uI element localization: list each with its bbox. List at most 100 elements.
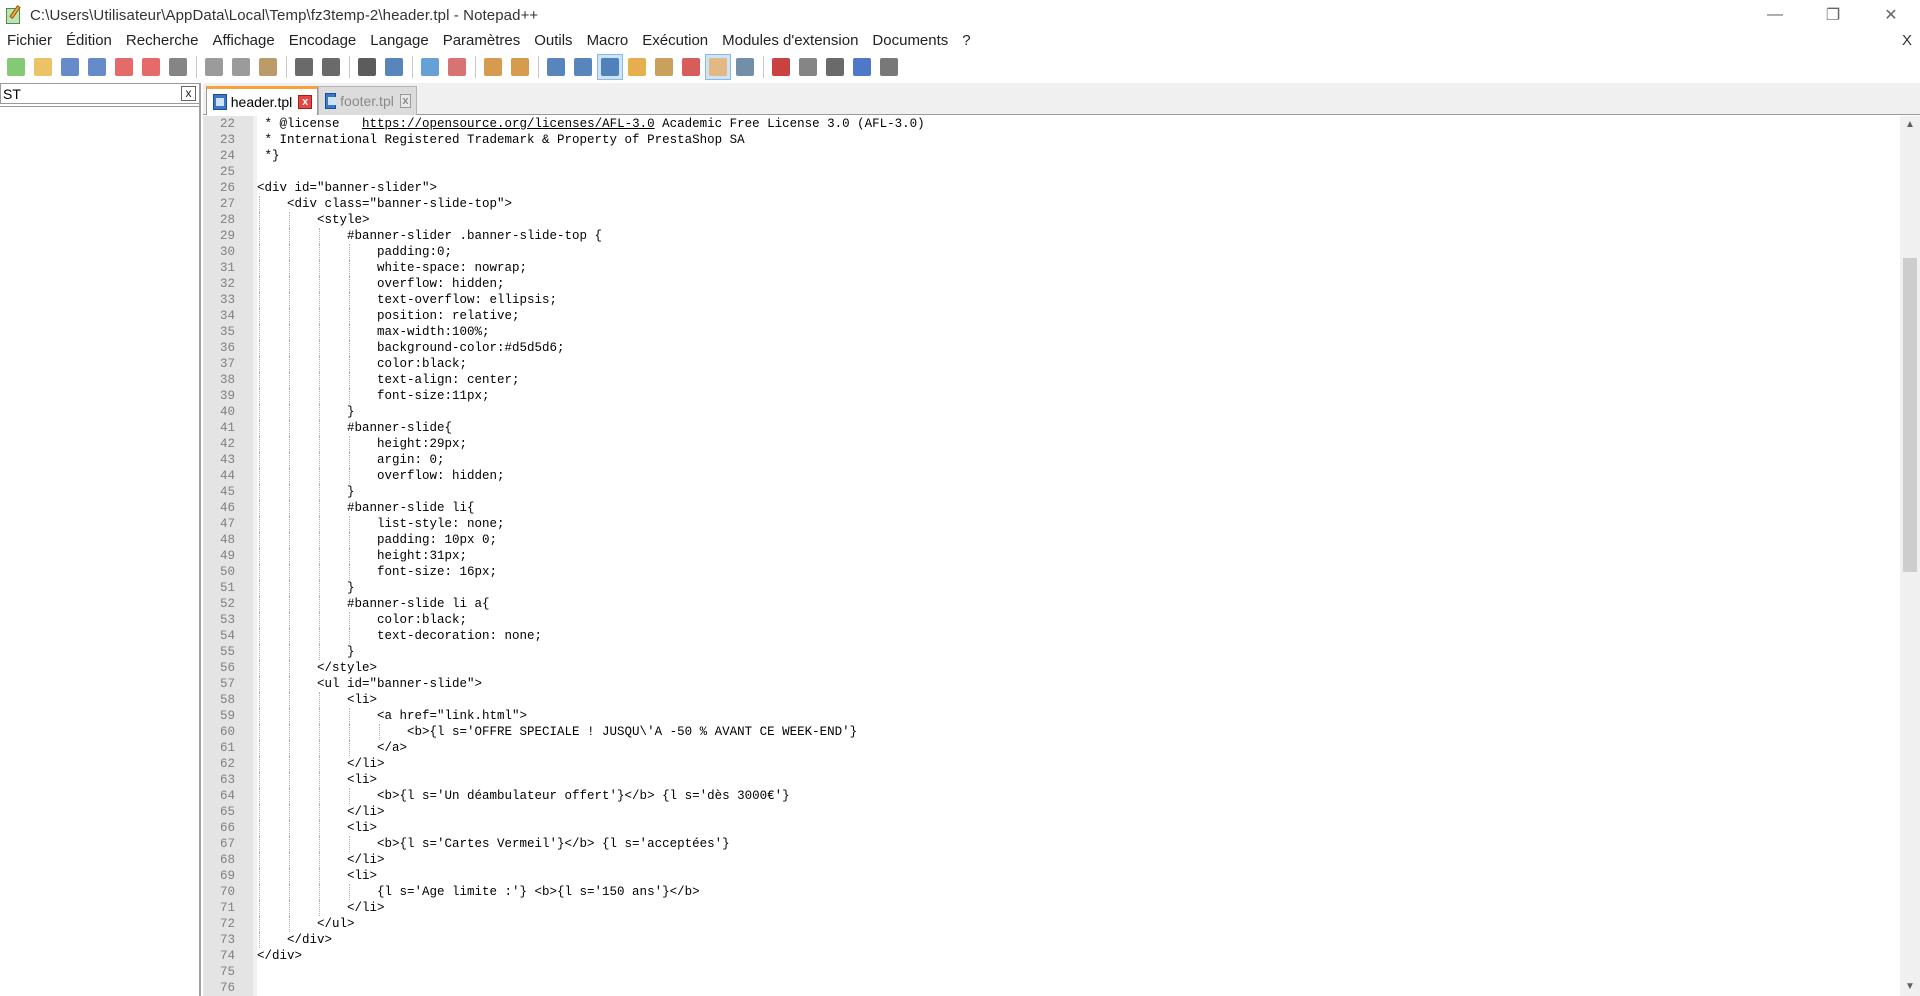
print-icon	[169, 58, 187, 76]
code-line: 56 </style>	[203, 660, 1893, 676]
show-all-chars-button[interactable]	[571, 55, 595, 79]
toolbar-separator	[412, 56, 413, 78]
code-text: list-style: none;	[257, 517, 505, 531]
menu-parametres[interactable]: Paramètres	[436, 30, 528, 52]
tab-header-tpl[interactable]: header.tpl x	[206, 86, 318, 115]
left-panel-close-icon[interactable]: x	[181, 86, 196, 101]
left-panel-search: x	[0, 83, 199, 104]
menu-fichier[interactable]: Fichier	[0, 30, 59, 52]
restore-button[interactable]: ❐	[1804, 0, 1862, 30]
menu-help[interactable]: ?	[955, 30, 977, 52]
menu-execution[interactable]: Exécution	[635, 30, 715, 52]
sync-vertical-button[interactable]	[481, 55, 505, 79]
function-list-button[interactable]	[679, 55, 703, 79]
tab-close-icon[interactable]: x	[298, 95, 312, 109]
code-text: background-color:#d5d5d6;	[257, 341, 565, 355]
toolbar-separator	[475, 56, 476, 78]
menu-documents[interactable]: Documents	[865, 30, 955, 52]
menu-recherche[interactable]: Recherche	[119, 30, 206, 52]
menu-macro[interactable]: Macro	[580, 30, 636, 52]
code-line: 47 list-style: none;	[203, 516, 1893, 532]
monitoring-button[interactable]	[733, 55, 757, 79]
macro-save-button[interactable]	[877, 55, 901, 79]
line-number: 62	[219, 757, 235, 771]
code-text: <a href="link.html">	[257, 709, 528, 723]
code-text: padding: 10px 0;	[257, 533, 498, 547]
new-file-icon	[7, 58, 25, 76]
close-all-icon	[142, 58, 160, 76]
menu-langage[interactable]: Langage	[363, 30, 435, 52]
code-text: }	[257, 485, 355, 499]
save-all-button[interactable]	[85, 55, 109, 79]
menu-encodage[interactable]: Encodage	[282, 30, 364, 52]
code-line: 66 <li>	[203, 820, 1893, 836]
tab-footer-tpl[interactable]: footer.tpl x	[318, 86, 417, 115]
code-text: *}	[257, 149, 280, 163]
code-line: 42 height:29px;	[203, 436, 1893, 452]
menu-outils[interactable]: Outils	[527, 30, 579, 52]
macro-stop-button[interactable]	[796, 55, 820, 79]
line-number: 49	[219, 549, 235, 563]
code-line: 76	[203, 980, 1893, 996]
code-line: 41 #banner-slide{	[203, 420, 1893, 436]
close-button[interactable]	[112, 55, 136, 79]
zoom-in-button[interactable]	[418, 55, 442, 79]
left-panel-search-input[interactable]	[2, 85, 178, 103]
close-all-button[interactable]	[139, 55, 163, 79]
scroll-down-icon[interactable]: ▼	[1900, 978, 1920, 996]
sync-horizontal-button[interactable]	[508, 55, 532, 79]
code-line: 72 </ul>	[203, 916, 1893, 932]
line-number: 31	[219, 261, 235, 275]
macro-play-multiple-button[interactable]	[850, 55, 874, 79]
undo-button[interactable]	[292, 55, 316, 79]
replace-icon	[385, 58, 403, 76]
user-language-button[interactable]	[625, 55, 649, 79]
toolbar-separator	[196, 56, 197, 78]
line-number: 35	[219, 325, 235, 339]
code-line: 74 </div>	[203, 948, 1893, 964]
user-language-icon	[628, 58, 646, 76]
close-window-button[interactable]: ✕	[1862, 0, 1920, 30]
open-file-button[interactable]	[31, 55, 55, 79]
code-text: color:black;	[257, 357, 468, 371]
scroll-up-icon[interactable]: ▲	[1900, 116, 1920, 134]
menu-modules[interactable]: Modules d'extension	[715, 30, 865, 52]
close-document-x[interactable]: X	[1902, 30, 1912, 52]
code-text: <div class="banner-slide-top">	[257, 197, 513, 211]
macro-record-button[interactable]	[769, 55, 793, 79]
replace-button[interactable]	[382, 55, 406, 79]
menu-affichage[interactable]: Affichage	[205, 30, 281, 52]
doc-map-button[interactable]	[652, 55, 676, 79]
word-wrap-button[interactable]	[544, 55, 568, 79]
paste-button[interactable]	[256, 55, 280, 79]
save-button[interactable]	[58, 55, 82, 79]
license-link[interactable]: https://opensource.org/licenses/AFL-3.0	[362, 117, 655, 131]
sync-vertical-icon	[484, 58, 502, 76]
redo-button[interactable]	[319, 55, 343, 79]
code-text: </div>	[257, 933, 333, 947]
zoom-out-button[interactable]	[445, 55, 469, 79]
line-number: 23	[219, 133, 235, 147]
notepadpp-app-icon[interactable]	[4, 5, 24, 25]
line-number: 32	[219, 277, 235, 291]
vertical-scrollbar[interactable]: ▲ ▼	[1900, 116, 1920, 996]
find-button[interactable]	[355, 55, 379, 79]
folder-workspace-button[interactable]	[705, 54, 731, 80]
macro-play-button[interactable]	[823, 55, 847, 79]
copy-button[interactable]	[229, 55, 253, 79]
code-editor[interactable]: 22 * @license https://opensource.org/lic…	[203, 116, 1920, 996]
print-button[interactable]	[166, 55, 190, 79]
line-number: 46	[219, 501, 235, 515]
macro-play-multiple-icon	[853, 58, 871, 76]
menu-edition[interactable]: Édition	[59, 30, 119, 52]
scroll-thumb[interactable]	[1903, 258, 1917, 572]
code-text: }	[257, 581, 355, 595]
code-text: </div>	[257, 949, 303, 963]
indent-guide-button[interactable]	[597, 54, 623, 80]
code-line: 27 <div class="banner-slide-top">	[203, 196, 1893, 212]
new-file-button[interactable]	[4, 55, 28, 79]
cut-button[interactable]	[202, 55, 226, 79]
code-text: <li>	[257, 693, 378, 707]
minimize-button[interactable]: —	[1746, 0, 1804, 30]
tab-close-icon[interactable]: x	[399, 94, 411, 108]
